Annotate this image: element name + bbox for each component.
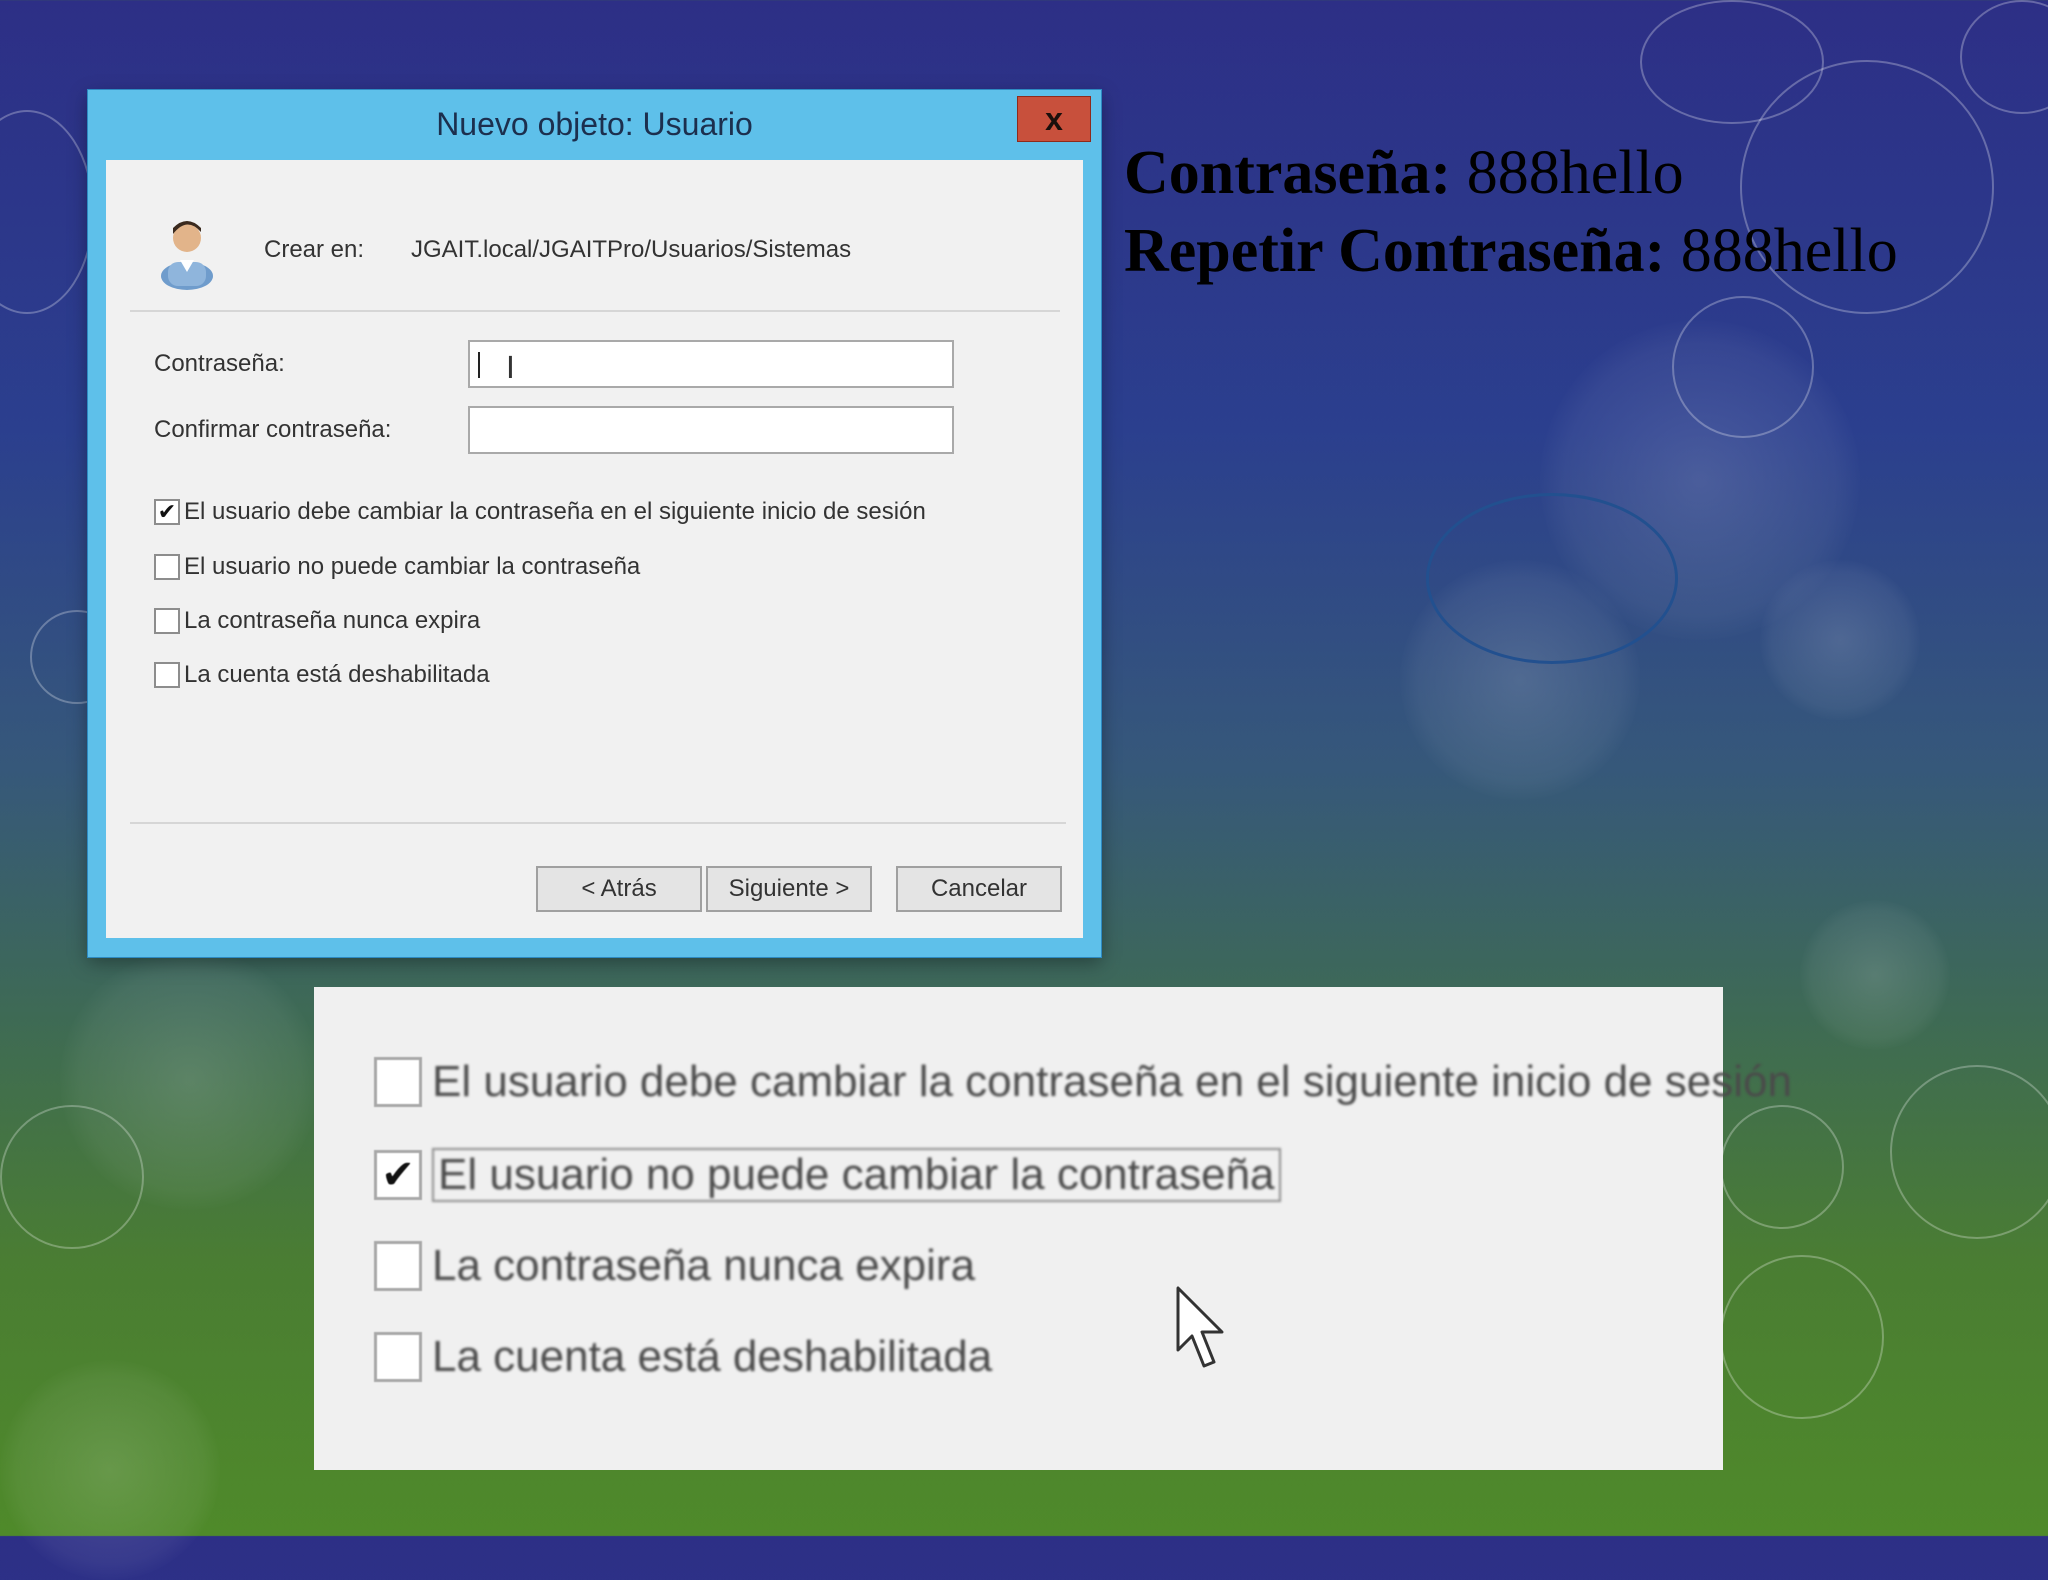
dialog-client-area: Crear en: JGAIT.local/JGAITPro/Usuarios/… (106, 160, 1083, 938)
zoom-checkbox-account-disabled[interactable]: La cuenta está deshabilitada (374, 1327, 992, 1387)
bokeh-circle (1720, 1105, 1844, 1229)
checkbox-box[interactable] (154, 554, 180, 580)
create-in-label: Crear en: (264, 236, 365, 263)
bokeh-glow (0, 1360, 220, 1580)
bokeh-circle (1640, 0, 1824, 124)
dialog-title: Nuevo objeto: Usuario (436, 106, 753, 142)
password-label: Contraseña: (154, 350, 285, 377)
checkbox-box[interactable] (374, 1241, 422, 1291)
highlight-ellipse (1426, 493, 1678, 664)
bokeh-glow (1760, 560, 1920, 720)
checkbox-label: El usuario debe cambiar la contraseña en… (184, 498, 926, 525)
checkbox-account-disabled[interactable]: La cuenta está deshabilitada (154, 659, 490, 691)
back-button[interactable]: < Atrás (536, 866, 702, 912)
bokeh-circle (0, 1105, 144, 1249)
checkbox-label: La contraseña nunca expira (184, 607, 481, 634)
checkbox-label: La cuenta está deshabilitada (432, 1332, 993, 1381)
confirm-password-label: Confirmar contraseña: (154, 416, 392, 443)
bokeh-circle (1672, 296, 1814, 438)
zoom-checkbox-password-never-expires[interactable]: La contraseña nunca expira (374, 1236, 975, 1296)
checkbox-label: La contraseña nunca expira (432, 1241, 976, 1290)
checkbox-label: El usuario debe cambiar la contraseña en… (432, 1057, 1792, 1106)
checkbox-label: El usuario no puede cambiar la contraseñ… (432, 1148, 1281, 1202)
checkbox-box[interactable]: ✔ (374, 1150, 422, 1200)
checkbox-box[interactable] (374, 1057, 422, 1107)
checkbox-label: La cuenta está deshabilitada (184, 661, 490, 688)
close-button[interactable]: x (1017, 96, 1091, 142)
ibeam-cursor-icon: I (506, 351, 515, 386)
bokeh-glow (60, 950, 320, 1210)
checkbox-must-change-password[interactable]: ✔ El usuario debe cambiar la contraseña … (154, 496, 926, 528)
repeat-password-note-label: Repetir Contraseña: (1124, 217, 1666, 285)
checkbox-box[interactable]: ✔ (154, 499, 180, 525)
checkbox-box[interactable] (154, 662, 180, 688)
zoom-checkbox-cannot-change-password[interactable]: ✔ El usuario no puede cambiar la contras… (374, 1145, 1281, 1205)
separator (130, 310, 1060, 312)
password-note-value: 888hello (1466, 139, 1684, 207)
new-user-dialog: Nuevo objeto: Usuario x Crear en: JGAIT.… (88, 90, 1101, 957)
checkbox-box[interactable] (154, 608, 180, 634)
checkbox-box[interactable] (374, 1332, 422, 1382)
bokeh-circle (1960, 0, 2048, 114)
bokeh-circle (1720, 1255, 1884, 1419)
create-in-path: JGAIT.local/JGAITPro/Usuarios/Sistemas (411, 236, 852, 263)
user-icon (161, 221, 213, 290)
text-caret (478, 352, 480, 378)
repeat-password-note: Repetir Contraseña: 888hello (1124, 216, 1898, 287)
checkbox-label: El usuario no puede cambiar la contraseñ… (184, 553, 641, 580)
close-icon: x (1045, 100, 1063, 137)
bokeh-circle (1890, 1065, 2048, 1239)
mouse-pointer-icon (1176, 1286, 1224, 1368)
separator (130, 822, 1066, 824)
password-input[interactable]: I (468, 340, 954, 388)
bokeh-circle (0, 110, 94, 314)
zoom-checkbox-must-change-password[interactable]: El usuario debe cambiar la contraseña en… (374, 1052, 1792, 1112)
password-note-label: Contraseña: (1124, 139, 1452, 207)
confirm-password-input[interactable] (468, 406, 954, 454)
next-button[interactable]: Siguiente > (706, 866, 872, 912)
bokeh-glow (1800, 900, 1950, 1050)
zoomed-checkbox-panel: El usuario debe cambiar la contraseña en… (314, 987, 1792, 1470)
password-note: Contraseña: 888hello (1124, 138, 1684, 209)
title-bar[interactable]: Nuevo objeto: Usuario x (88, 90, 1101, 160)
checkbox-password-never-expires[interactable]: La contraseña nunca expira (154, 605, 480, 637)
repeat-password-note-value: 888hello (1680, 217, 1898, 285)
checkbox-cannot-change-password[interactable]: El usuario no puede cambiar la contraseñ… (154, 551, 640, 583)
cancel-button[interactable]: Cancelar (896, 866, 1062, 912)
